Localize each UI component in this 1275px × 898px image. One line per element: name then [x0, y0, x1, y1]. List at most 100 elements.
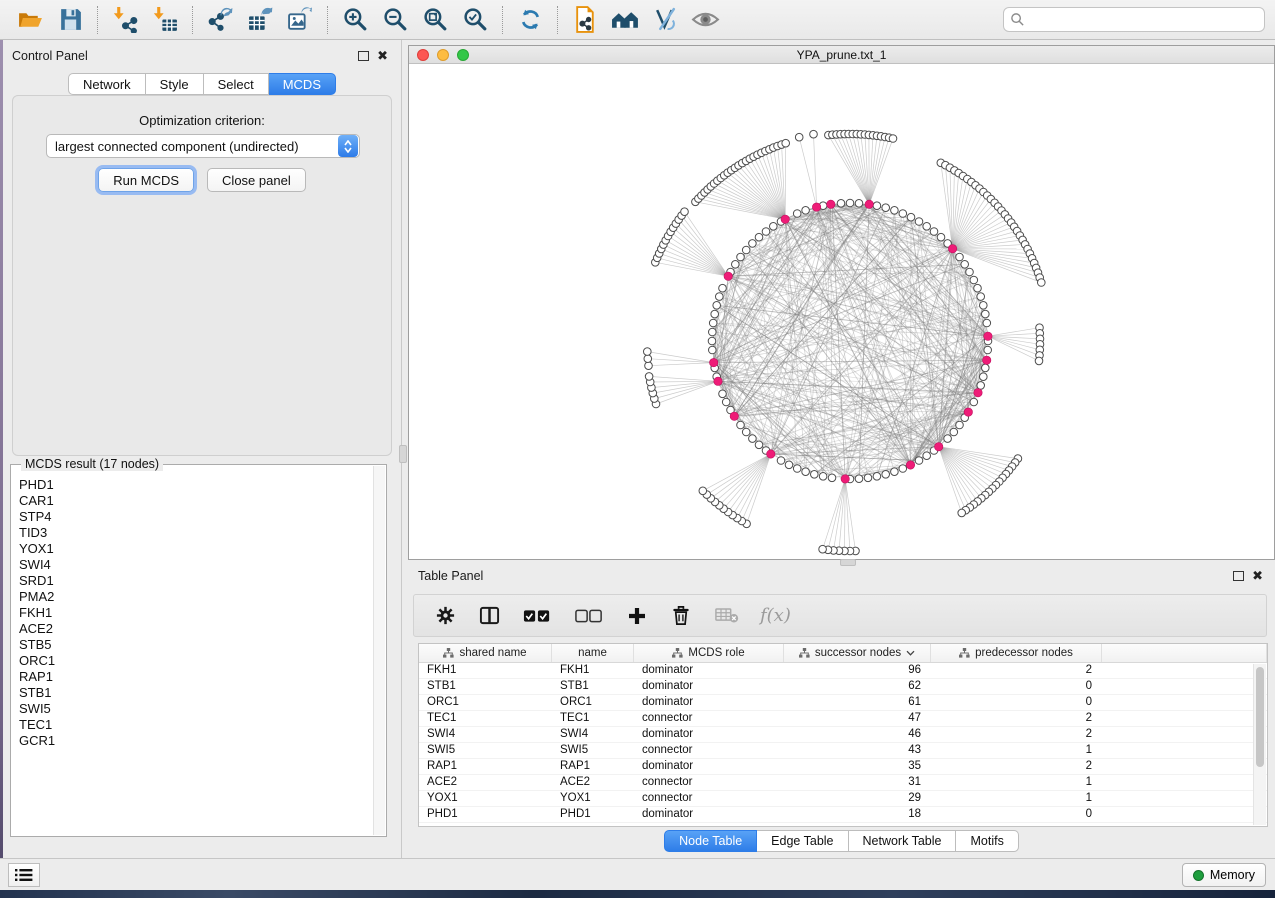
deselect-all-columns-button[interactable]: [572, 599, 606, 633]
column-header-successor-nodes[interactable]: successor nodes: [784, 644, 931, 662]
tab-edge-table[interactable]: Edge Table: [757, 830, 848, 852]
table-row[interactable]: PHD1PHD1dominator180: [419, 807, 1267, 823]
tab-node-table[interactable]: Node Table: [664, 830, 757, 852]
show-graphics-button[interactable]: [685, 3, 725, 37]
import-table-icon: [152, 6, 179, 33]
column-header-MCDS-role[interactable]: MCDS role: [634, 644, 784, 662]
cell-shared_name: RAP1: [419, 759, 552, 774]
tab-motifs[interactable]: Motifs: [956, 830, 1018, 852]
import-table-button[interactable]: [145, 3, 185, 37]
zoom-selected-button[interactable]: [455, 3, 495, 37]
table-scrollbar-thumb[interactable]: [1256, 667, 1264, 767]
export-table-icon: [247, 6, 274, 33]
checked-checkboxes-icon: [523, 608, 551, 624]
table-row[interactable]: RAP1RAP1dominator352: [419, 759, 1267, 775]
save-session-button[interactable]: [50, 3, 90, 37]
mcds-result-item[interactable]: PHD1: [19, 477, 373, 493]
refresh-layout-button[interactable]: [510, 3, 550, 37]
task-history-button[interactable]: [8, 863, 40, 887]
export-image-button[interactable]: [280, 3, 320, 37]
function-builder-button[interactable]: f(x): [760, 605, 791, 626]
network-from-file-button[interactable]: [565, 3, 605, 37]
tab-mcds[interactable]: MCDS: [269, 73, 336, 95]
cell-successor_nodes: 29: [784, 791, 931, 806]
column-header-name[interactable]: name: [552, 644, 634, 662]
mcds-result-item[interactable]: ACE2: [19, 621, 373, 637]
zoom-in-button[interactable]: [335, 3, 375, 37]
mcds-result-item[interactable]: CAR1: [19, 493, 373, 509]
column-header-label: predecessor nodes: [975, 647, 1073, 659]
add-column-button[interactable]: [624, 599, 650, 633]
home-button[interactable]: [605, 3, 645, 37]
delete-table-button[interactable]: [712, 599, 742, 633]
mcds-result-item[interactable]: TEC1: [19, 717, 373, 733]
node-table[interactable]: shared namenameMCDS rolesuccessor nodes p…: [418, 643, 1268, 827]
open-session-button[interactable]: [10, 3, 50, 37]
mcds-result-item[interactable]: RAP1: [19, 669, 373, 685]
close-table-panel-icon[interactable]: ✖: [1252, 569, 1263, 582]
horizontal-splitter-grip[interactable]: [840, 559, 856, 566]
column-header-shared-name[interactable]: shared name: [419, 644, 552, 662]
zoom-out-button[interactable]: [375, 3, 415, 37]
houses-icon: [611, 6, 640, 33]
export-table-button[interactable]: [240, 3, 280, 37]
network-graph[interactable]: [409, 64, 1274, 560]
export-network-button[interactable]: [200, 3, 240, 37]
mcds-result-item[interactable]: SWI4: [19, 557, 373, 573]
tab-select[interactable]: Select: [204, 73, 269, 95]
mcds-result-item[interactable]: FKH1: [19, 605, 373, 621]
table-row[interactable]: SWI5SWI5connector431: [419, 743, 1267, 759]
eye-icon: [691, 6, 720, 33]
network-window-titlebar[interactable]: YPA_prune.txt_1: [409, 46, 1274, 64]
table-settings-button[interactable]: [432, 599, 458, 633]
table-row[interactable]: ORC1ORC1dominator610: [419, 695, 1267, 711]
zoom-fit-button[interactable]: [415, 3, 455, 37]
tab-network[interactable]: Network: [68, 73, 146, 95]
mcds-result-item[interactable]: ORC1: [19, 653, 373, 669]
select-all-columns-button[interactable]: [520, 599, 554, 633]
mcds-result-item[interactable]: STP4: [19, 509, 373, 525]
mcds-result-item[interactable]: YOX1: [19, 541, 373, 557]
mcds-result-item[interactable]: STB5: [19, 637, 373, 653]
search-box[interactable]: [1003, 7, 1265, 32]
memory-button[interactable]: Memory: [1182, 863, 1266, 887]
table-row[interactable]: FKH1FKH1dominator962: [419, 663, 1267, 679]
mcds-result-item[interactable]: SWI5: [19, 701, 373, 717]
cell-successor_nodes: 43: [784, 743, 931, 758]
hide-style-button[interactable]: [645, 3, 685, 37]
table-row[interactable]: TEC1TEC1connector472: [419, 711, 1267, 727]
float-panel-icon[interactable]: [358, 51, 369, 61]
table-row[interactable]: ACE2ACE2connector311: [419, 775, 1267, 791]
search-input[interactable]: [1025, 13, 1258, 27]
cell-shared_name: PHD1: [419, 807, 552, 822]
table-row[interactable]: SWI4SWI4dominator462: [419, 727, 1267, 743]
toolbar-separator: [502, 6, 503, 34]
mcds-result-list[interactable]: PHD1CAR1STP4TID3YOX1SWI4SRD1PMA2FKH1ACE2…: [11, 469, 373, 834]
mcds-result-item[interactable]: TID3: [19, 525, 373, 541]
tab-network-table[interactable]: Network Table: [849, 830, 957, 852]
import-network-button[interactable]: [105, 3, 145, 37]
mcds-result-item[interactable]: PMA2: [19, 589, 373, 605]
network-window-title: YPA_prune.txt_1: [409, 48, 1274, 62]
table-tabs: Node TableEdge TableNetwork TableMotifs: [408, 830, 1275, 852]
mcds-result-item[interactable]: GCR1: [19, 733, 373, 749]
toggle-panel-button[interactable]: [476, 599, 502, 633]
table-scrollbar[interactable]: [1253, 664, 1266, 825]
mcds-result-scrollbar[interactable]: [373, 466, 385, 835]
float-table-panel-icon[interactable]: [1233, 571, 1244, 581]
close-panel-icon[interactable]: ✖: [377, 49, 388, 62]
mcds-result-item[interactable]: STB1: [19, 685, 373, 701]
column-namespace-icon: [959, 648, 970, 658]
cell-predecessor_nodes: 0: [931, 695, 1102, 710]
close-panel-button[interactable]: Close panel: [207, 168, 306, 192]
mcds-result-item[interactable]: SRD1: [19, 573, 373, 589]
optimization-criterion-select[interactable]: largest connected component (undirected): [46, 134, 360, 158]
cell-mcds_role: dominator: [634, 807, 784, 822]
table-row[interactable]: YOX1YOX1connector291: [419, 791, 1267, 807]
delete-column-button[interactable]: [668, 599, 694, 633]
column-header-predecessor-nodes[interactable]: predecessor nodes: [931, 644, 1102, 662]
run-mcds-button[interactable]: Run MCDS: [98, 168, 194, 192]
vertical-splitter-grip[interactable]: [399, 445, 407, 463]
table-row[interactable]: STB1STB1dominator620: [419, 679, 1267, 695]
tab-style[interactable]: Style: [146, 73, 204, 95]
